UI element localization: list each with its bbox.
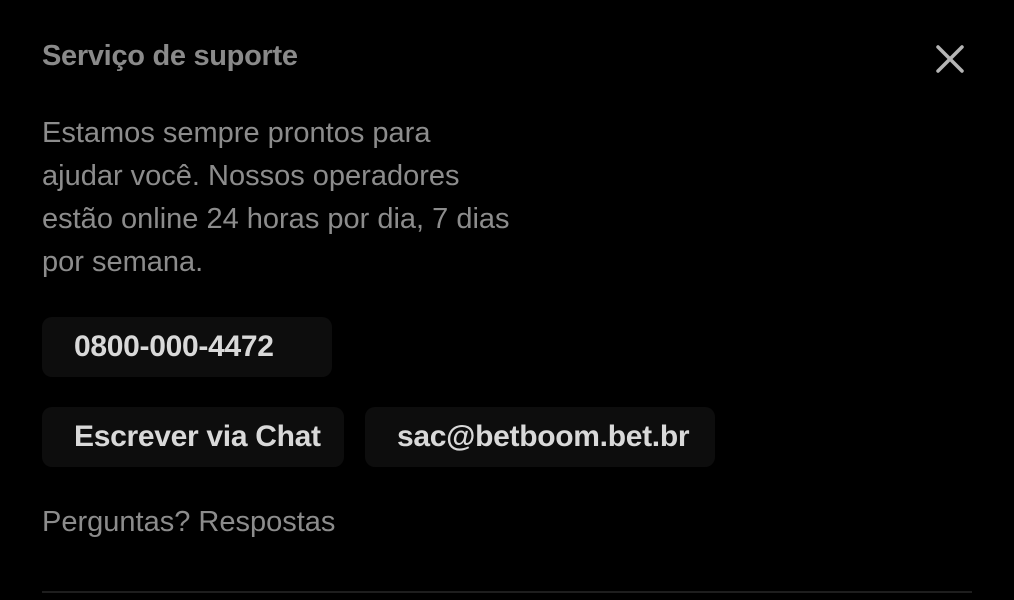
- email-button[interactable]: sac@betboom.bet.br: [365, 407, 715, 467]
- chat-button[interactable]: Escrever via Chat: [42, 407, 344, 467]
- faq-link[interactable]: Perguntas? Respostas: [42, 506, 335, 539]
- dialog-title: Serviço de suporte: [42, 40, 298, 72]
- close-button[interactable]: [928, 37, 972, 81]
- divider: [42, 591, 972, 593]
- close-icon: [936, 45, 964, 73]
- support-dialog: Serviço de suporte Estamos sempre pronto…: [0, 0, 1014, 600]
- support-description: Estamos sempre prontos para ajudar você.…: [42, 117, 510, 278]
- phone-button[interactable]: 0800-000-4472: [42, 317, 332, 377]
